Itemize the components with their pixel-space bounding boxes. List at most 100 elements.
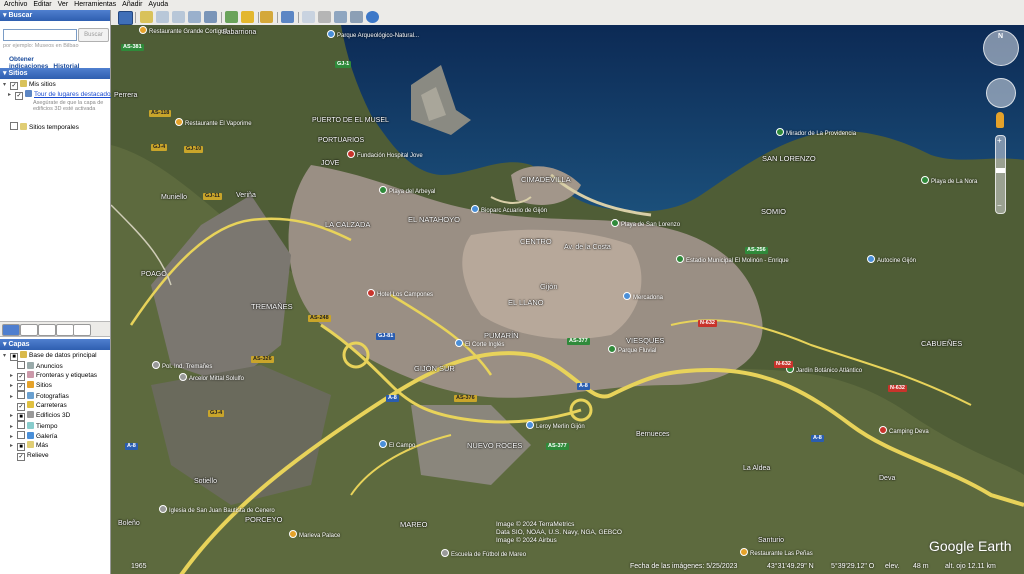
poi-marker[interactable]: Jardín Botánico Atlántico [786, 365, 862, 374]
place-label[interactable]: MAREO [400, 520, 428, 529]
menu-editar[interactable]: Editar [30, 0, 54, 10]
layer-item[interactable]: Anuncios [3, 361, 108, 371]
place-label[interactable]: TREMAÑES [251, 302, 293, 311]
add-path-button[interactable] [172, 11, 185, 23]
place-label[interactable]: GIJÓN SUR [414, 364, 455, 373]
layer-item[interactable]: ▸ Fotografías [3, 391, 108, 401]
checkbox[interactable] [17, 431, 25, 439]
compass-control[interactable]: N [983, 30, 1019, 66]
checkbox[interactable]: ✓ [17, 453, 25, 461]
poi-marker[interactable]: Pol. Ind. Tremañes [152, 361, 212, 370]
layer-item[interactable]: ▸ ■ Edificios 3D [3, 411, 108, 421]
add-placemark-button[interactable] [140, 11, 153, 23]
menu-ver[interactable]: Ver [55, 0, 72, 10]
place-label[interactable]: Sabarriona [222, 29, 256, 36]
place-label[interactable]: CABUEÑES [921, 339, 962, 348]
search-button[interactable]: Buscar [78, 28, 109, 42]
checkbox[interactable]: ■ [17, 413, 25, 421]
place-label[interactable]: EL NATAHOYO [408, 215, 460, 224]
zoom-in-icon[interactable]: + [997, 136, 1002, 145]
poi-marker[interactable]: Hotel Los Campones [367, 289, 433, 298]
place-label[interactable]: CENTRO [520, 237, 552, 246]
poi-marker[interactable]: El Corte Inglés [455, 339, 504, 348]
earth-gallery-button[interactable] [366, 11, 379, 23]
place-label[interactable]: Deva [879, 475, 895, 482]
checkbox[interactable]: ✓ [17, 403, 25, 411]
poi-marker[interactable]: Iglesia de San Juan Bautista de Cenero [159, 505, 275, 514]
zoom-out-icon[interactable]: − [997, 201, 1002, 210]
poi-marker[interactable]: Mercadona [623, 292, 663, 301]
place-label[interactable]: Perrera [114, 92, 137, 99]
menu-archivo[interactable]: Archivo [0, 0, 30, 10]
record-tour-button[interactable] [204, 11, 217, 23]
place-label[interactable]: JOVE [321, 160, 339, 167]
layers-panel-header[interactable]: ▾ Capas [0, 339, 110, 350]
zoom-slider[interactable]: + − [995, 135, 1006, 214]
place-label[interactable]: PORCEYO [245, 515, 283, 524]
search-input[interactable] [3, 29, 77, 41]
panel-toggle-button[interactable] [20, 324, 38, 336]
ruler-button[interactable] [281, 11, 294, 23]
place-label[interactable]: SAN LORENZO [762, 154, 816, 163]
place-label[interactable]: Sotiello [194, 478, 217, 485]
poi-marker[interactable]: Mirador de La Providencia [776, 128, 856, 137]
layer-item[interactable]: ▸ Galería [3, 431, 108, 441]
poi-marker[interactable]: Parque Arqueológico-Natural... [327, 30, 419, 39]
menu-herramientas[interactable]: Herramientas [71, 0, 119, 10]
view-maps-button[interactable] [350, 11, 363, 23]
checkbox[interactable] [17, 421, 25, 429]
place-label[interactable]: POAGO [141, 271, 167, 278]
place-label[interactable]: VIESQUES [626, 336, 664, 345]
poi-marker[interactable]: Autocine Gijón [867, 255, 916, 264]
planets-button[interactable] [260, 11, 273, 23]
place-label[interactable]: Gijón [540, 282, 558, 291]
place-label[interactable]: LA CALZADA [325, 220, 370, 229]
layer-item[interactable]: ✓ Carreteras [3, 401, 108, 411]
poi-marker[interactable]: Bioparc Acuario de Gijón [471, 205, 547, 214]
poi-marker[interactable]: Escuela de Fútbol de Mareo [441, 549, 526, 558]
poi-marker[interactable]: Camping Deva [879, 426, 929, 435]
checkbox[interactable] [10, 122, 18, 130]
hide-sidebar-button[interactable] [118, 11, 133, 25]
place-label[interactable]: CIMADEVILLA [521, 175, 571, 184]
print-button[interactable] [318, 11, 331, 23]
poi-marker[interactable]: Playa de La Nora [921, 176, 977, 185]
search-places-button[interactable] [2, 324, 20, 336]
poi-marker[interactable]: Arcelor Mittal Solulfo [179, 373, 244, 382]
layer-item[interactable]: ▾ ■ Base de datos principal [3, 351, 108, 361]
place-label[interactable]: Boleño [118, 520, 140, 527]
save-image-button[interactable] [334, 11, 347, 23]
place-label[interactable]: NUEVO ROCES [467, 441, 522, 450]
poi-marker[interactable]: Playa del Arbeyal [379, 186, 435, 195]
places-item[interactable]: ▾ ✓ Mis sitios [3, 80, 108, 90]
add-overlay-button[interactable] [188, 11, 201, 23]
checkbox[interactable]: ■ [17, 443, 25, 451]
poi-marker[interactable]: Estadio Municipal El Molinón - Enrique [676, 255, 789, 264]
move-up-button[interactable] [56, 324, 74, 336]
layer-item[interactable]: ▸ ■ Más [3, 441, 108, 451]
layer-item[interactable]: ▸ Tiempo [3, 421, 108, 431]
menu-ayuda[interactable]: Ayuda [145, 0, 171, 10]
poi-marker[interactable]: Playa de San Lorenzo [611, 219, 680, 228]
poi-marker[interactable]: Leroy Merlin Gijón [526, 421, 585, 430]
look-joystick[interactable] [986, 78, 1016, 108]
checkbox[interactable]: ■ [10, 353, 18, 361]
menu-anadir[interactable]: Añadir [119, 0, 145, 10]
street-view-pegman[interactable] [996, 112, 1004, 128]
place-label[interactable]: Av. de la Costa [564, 244, 611, 251]
place-label[interactable]: Veriña [236, 192, 256, 199]
place-label[interactable]: SOMIO [761, 207, 786, 216]
places-panel-header[interactable]: ▾ Sitios [0, 68, 110, 79]
place-label[interactable]: PORTUARIOS [318, 137, 364, 144]
poi-marker[interactable]: El Campo [379, 440, 415, 449]
layer-item[interactable]: ▸ ✓ Fronteras y etiquetas [3, 371, 108, 381]
place-label[interactable]: Santurio [758, 537, 784, 544]
place-label[interactable]: La Aldea [743, 465, 770, 472]
places-item[interactable]: ▸ ✓ Tour de lugares destacados [3, 90, 114, 100]
map-view[interactable]: Sabarriona Perrera PUERTO DE EL MUSEL PO… [111, 25, 1024, 574]
checkbox[interactable] [17, 391, 25, 399]
layer-item[interactable]: ✓ Relieve [3, 451, 108, 461]
historical-imagery-button[interactable] [225, 11, 238, 23]
zoom-handle[interactable] [996, 168, 1005, 173]
email-button[interactable] [302, 11, 315, 23]
